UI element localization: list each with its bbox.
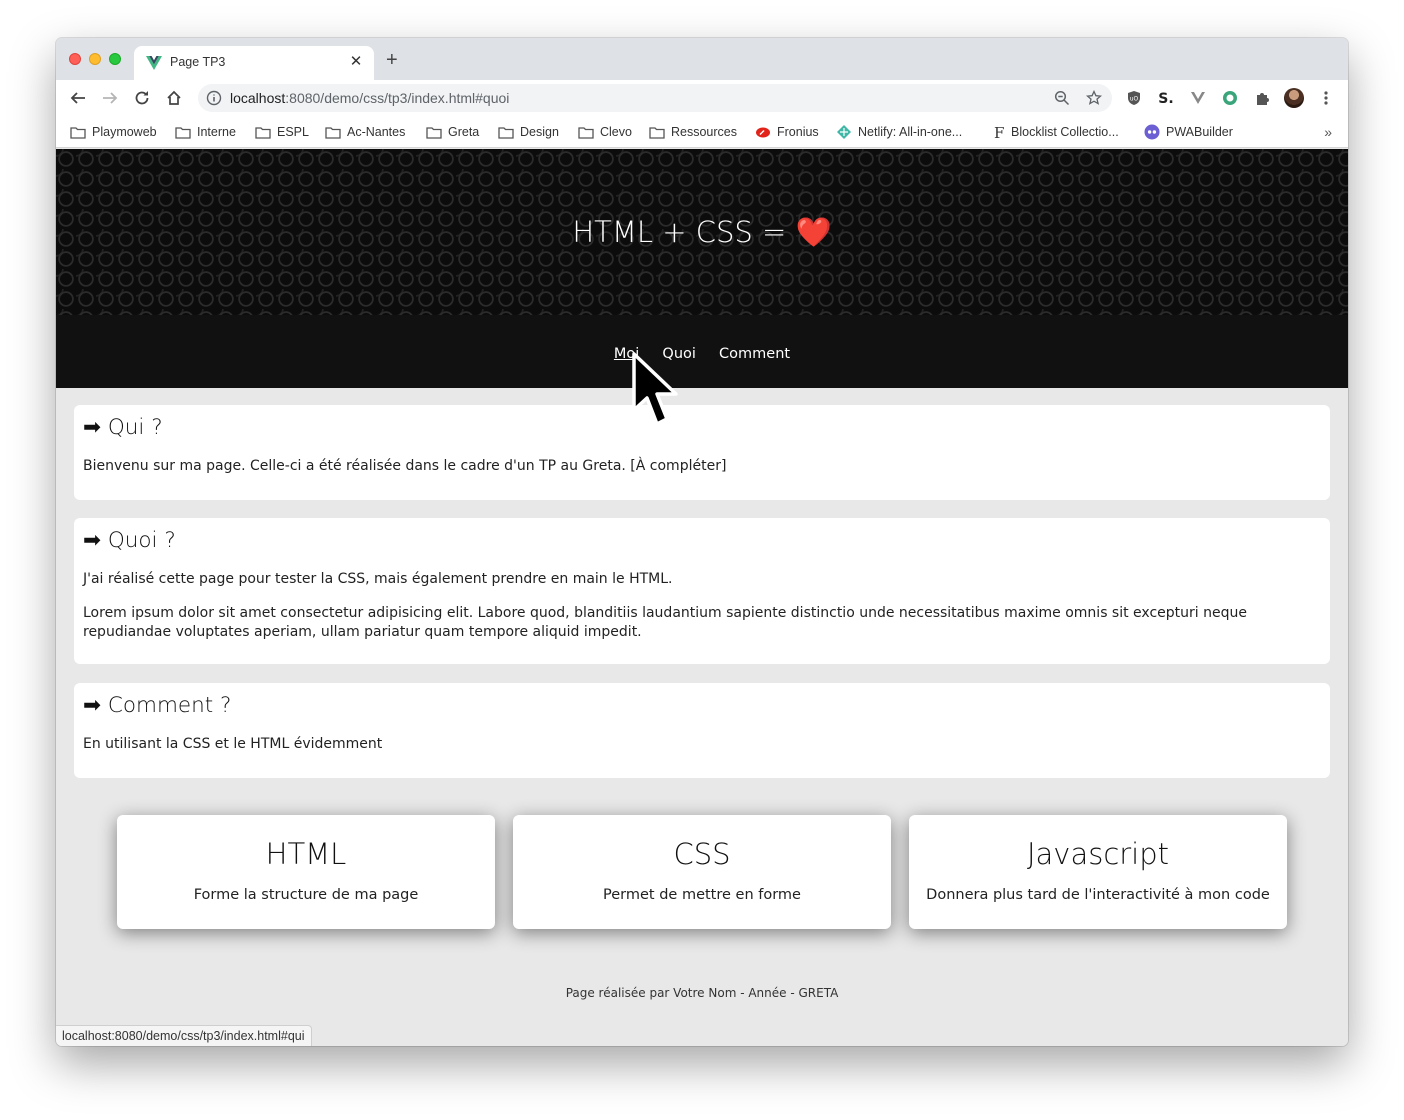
netlify-icon (837, 125, 851, 139)
browser-toolbar: localhost:8080/demo/css/tp3/index.html#q… (56, 80, 1348, 116)
tab-title: Page TP3 (170, 55, 226, 69)
bookmark-espl[interactable]: ESPL (255, 122, 309, 142)
folder-icon (578, 126, 594, 139)
tab-strip: Page TP3 ✕ + (56, 38, 1348, 80)
page-footer: Page réalisée par Votre Nom - Année - GR… (565, 986, 839, 1000)
bookmark-pwabuilder[interactable]: PWABuilder (1144, 122, 1233, 142)
heart-emoji: ❤️ (795, 215, 832, 249)
bookmark-ac-nantes[interactable]: Ac-Nantes (325, 122, 405, 142)
window-close-button[interactable] (69, 53, 81, 65)
section-title: ➡ Quoi ? (83, 528, 176, 553)
bookmark-clevo[interactable]: Clevo (578, 122, 632, 142)
avatar[interactable] (1284, 88, 1304, 108)
browser-tab[interactable]: Page TP3 ✕ (134, 46, 374, 80)
back-arrow-icon[interactable] (68, 88, 88, 108)
bookmarks-bar: Playmoweb Interne ESPL Ac-Nantes Greta D… (56, 116, 1348, 148)
bookmark-interne[interactable]: Interne (175, 122, 236, 142)
section-comment: ➡ Comment ? En utilisant la CSS et le HT… (74, 683, 1330, 778)
bookmarks-overflow-button[interactable]: » (1324, 124, 1332, 140)
puzzle-icon[interactable] (1254, 90, 1270, 106)
status-bar-url: localhost:8080/demo/css/tp3/index.html#q… (56, 1025, 312, 1046)
section-paragraph: J'ai réalisé cette page pour tester la C… (83, 571, 673, 587)
feature-card-html: HTML Forme la structure de ma page (117, 815, 495, 929)
feature-text: Permet de mettre en forme (603, 887, 801, 903)
section-title: ➡ Qui ? (83, 415, 163, 440)
ublock-icon[interactable]: uO (1126, 90, 1142, 106)
main-nav: Moi Quoi Comment (56, 315, 1348, 388)
url-text: localhost:8080/demo/css/tp3/index.html#q… (230, 90, 510, 106)
bookmark-ressources[interactable]: Ressources (649, 122, 737, 142)
browser-window: Page TP3 ✕ + localhost:8080/demo/css/tp3… (56, 38, 1348, 1046)
folder-icon (325, 126, 341, 139)
close-icon[interactable]: ✕ (348, 52, 364, 70)
f-letter-icon: F (994, 124, 1004, 140)
section-paragraph: Bienvenu sur ma page. Celle-ci a été réa… (83, 458, 727, 474)
section-quoi: ➡ Quoi ? J'ai réalisé cette page pour te… (74, 518, 1330, 664)
window-minimize-button[interactable] (89, 53, 101, 65)
svg-text:S.: S. (1158, 91, 1173, 106)
bookmark-netlify[interactable]: Netlify: All-in-one... (836, 122, 962, 142)
bookmark-playmoweb[interactable]: Playmoweb (70, 122, 157, 142)
bookmark-greta[interactable]: Greta (426, 122, 479, 142)
new-tab-button[interactable]: + (386, 50, 398, 70)
section-title: ➡ Comment ? (83, 693, 232, 718)
kebab-menu-icon[interactable] (1318, 90, 1334, 106)
window-maximize-button[interactable] (109, 53, 121, 65)
pwabuilder-icon (1144, 124, 1160, 140)
nav-link-comment[interactable]: Comment (719, 346, 790, 362)
folder-icon (426, 126, 442, 139)
s-extension-icon[interactable]: S. (1158, 90, 1174, 106)
feature-card-css: CSS Permet de mettre en forme (513, 815, 891, 929)
svg-text:uO: uO (1130, 96, 1139, 103)
star-icon[interactable] (1086, 90, 1102, 106)
bookmark-blocklist[interactable]: F Blocklist Collectio... (991, 122, 1119, 142)
svg-text:F: F (994, 124, 1004, 140)
feature-title: Javascript (1026, 837, 1170, 871)
folder-icon (649, 126, 665, 139)
web-page: HTML + CSS = ❤️ Moi Quoi Comment ➡ Qui ?… (56, 149, 1348, 1046)
vue-devtools-icon[interactable] (1190, 90, 1206, 106)
feature-title: CSS (673, 837, 731, 871)
home-icon[interactable] (164, 88, 184, 108)
folder-icon (175, 126, 191, 139)
mouse-cursor-icon (632, 352, 678, 426)
bookmark-design[interactable]: Design (498, 122, 559, 142)
info-icon[interactable] (206, 90, 222, 106)
folder-icon (70, 126, 86, 139)
section-paragraph: Lorem ipsum dolor sit amet consectetur a… (83, 605, 1247, 640)
feature-text: Forme la structure de ma page (193, 887, 419, 903)
bookmark-fronius[interactable]: Fronius (755, 122, 819, 142)
feature-text: Donnera plus tard de l'interactivité à m… (926, 887, 1270, 903)
fronius-icon (756, 127, 770, 137)
zoom-out-icon[interactable] (1054, 90, 1070, 106)
feature-title: HTML (265, 837, 347, 871)
reload-icon[interactable] (132, 88, 152, 108)
hero-banner: HTML + CSS = ❤️ (56, 149, 1348, 315)
folder-icon (255, 126, 271, 139)
forward-arrow-icon[interactable] (100, 88, 120, 108)
folder-icon (498, 126, 514, 139)
section-qui: ➡ Qui ? Bienvenu sur ma page. Celle-ci a… (74, 405, 1330, 500)
page-title: HTML + CSS = ❤️ (572, 215, 832, 249)
green-circle-extension-icon[interactable] (1222, 90, 1238, 106)
vue-logo-icon (146, 56, 162, 70)
address-bar[interactable]: localhost:8080/demo/css/tp3/index.html#q… (198, 84, 1112, 112)
feature-card-javascript: Javascript Donnera plus tard de l'intera… (909, 815, 1287, 929)
section-paragraph: En utilisant la CSS et le HTML évidemmen… (83, 736, 383, 752)
